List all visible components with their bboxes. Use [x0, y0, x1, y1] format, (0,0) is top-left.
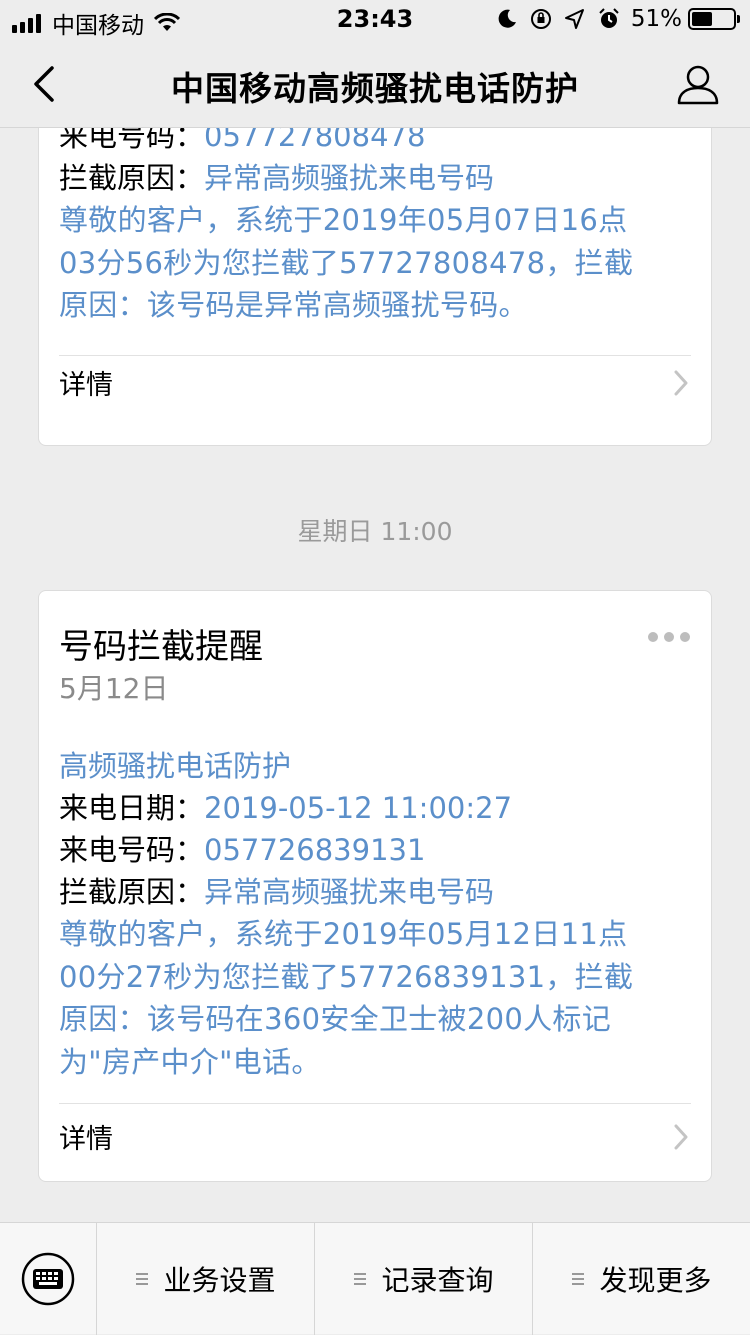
detail-link[interactable]: 详情 — [59, 363, 113, 402]
battery-icon — [688, 8, 740, 30]
status-bar: 中国移动 23:43 51% — [0, 0, 750, 40]
orientation-lock-icon — [530, 9, 551, 29]
caller-number-label: 来电号码： — [59, 833, 205, 867]
status-right: 51% — [485, 6, 740, 32]
caller-number-value[interactable]: 057727808478 — [204, 128, 425, 153]
menu-record-query[interactable]: 记录查询 — [315, 1223, 533, 1335]
menu-label: 发现更多 — [599, 1264, 712, 1297]
message-body: 尊敬的客户，系统于2019年05月07日16点 03分56秒为您拦截了57727… — [59, 203, 634, 322]
caller-number-row: 来电号码：057727808478 — [59, 128, 425, 157]
block-reason-label: 拦截原因： — [59, 875, 205, 909]
menu-discover-more[interactable]: 发现更多 — [533, 1223, 750, 1335]
time-separator: 星期日 11:00 — [297, 517, 453, 546]
card-heading: 号码拦截提醒 — [59, 627, 263, 667]
block-reason-value: 异常高频骚扰来电号码 — [204, 875, 495, 909]
caller-number-row: 来电号码：057726839131 — [59, 829, 425, 871]
divider — [59, 1103, 691, 1104]
page-title: 中国移动高频骚扰电话防护 — [171, 69, 579, 108]
block-reason-row: 拦截原因：异常高频骚扰来电号码 — [59, 871, 494, 913]
menu-label: 记录查询 — [381, 1264, 494, 1297]
more-options-icon[interactable] — [647, 631, 691, 643]
chevron-right-icon[interactable] — [671, 1121, 691, 1153]
chevron-right-icon[interactable] — [671, 367, 691, 399]
keyboard-icon — [21, 1252, 75, 1306]
moon-icon — [498, 9, 516, 28]
menu-lines-icon — [354, 1273, 367, 1285]
service-name: 高频骚扰电话防护 — [59, 749, 292, 783]
divider — [59, 355, 691, 356]
block-reason-value: 异常高频骚扰来电号码 — [204, 161, 495, 195]
caller-number-label: 来电号码： — [59, 128, 205, 153]
profile-icon[interactable] — [676, 62, 720, 106]
message-body: 尊敬的客户，系统于2019年05月12日11点 00分27秒为您拦截了57726… — [59, 917, 634, 1079]
block-reason-row: 拦截原因：异常高频骚扰来电号码 — [59, 157, 494, 199]
caller-number-value[interactable]: 057726839131 — [204, 833, 425, 867]
menu-label: 业务设置 — [163, 1264, 276, 1297]
keyboard-toggle-button[interactable] — [0, 1223, 97, 1335]
call-date-label: 来电日期： — [59, 791, 205, 825]
location-icon — [564, 9, 584, 29]
menu-lines-icon — [572, 1273, 585, 1285]
detail-link[interactable]: 详情 — [59, 1117, 113, 1156]
call-date-value: 2019-05-12 11:00:27 — [204, 791, 513, 825]
message-card: 号码拦截提醒 5月12日 高频骚扰电话防护 来电日期：2019-05-12 11… — [38, 590, 712, 1182]
nav-bar: 中国移动高频骚扰电话防护 — [0, 40, 750, 128]
bottom-menu-bar: 业务设置 记录查询 发现更多 — [0, 1222, 750, 1335]
card-date: 5月12日 — [59, 672, 169, 705]
message-list[interactable]: 来电号码：057727808478 拦截原因：异常高频骚扰来电号码 尊敬的客户，… — [0, 128, 750, 1222]
block-reason-label: 拦截原因： — [59, 161, 205, 195]
battery-percent: 51% — [630, 6, 682, 32]
call-date-row: 来电日期：2019-05-12 11:00:27 — [59, 787, 512, 829]
menu-lines-icon — [136, 1273, 149, 1285]
alarm-icon — [599, 8, 619, 28]
menu-business-settings[interactable]: 业务设置 — [97, 1223, 315, 1335]
service-name-row: 高频骚扰电话防护 — [59, 745, 291, 787]
message-card: 来电号码：057727808478 拦截原因：异常高频骚扰来电号码 尊敬的客户，… — [38, 128, 712, 446]
